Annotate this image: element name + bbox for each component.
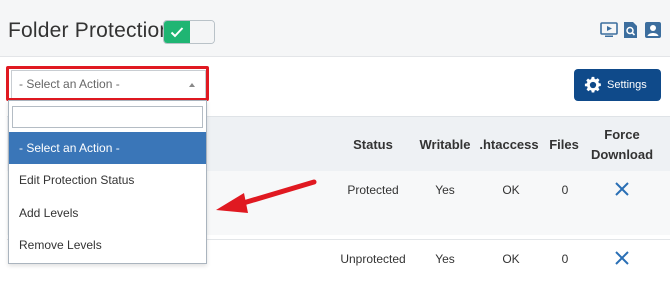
files-cell: 0 (561, 252, 569, 266)
toggle-knob (190, 21, 214, 43)
dropdown-search-input[interactable] (12, 106, 203, 128)
header-icons (599, 20, 662, 39)
gear-icon (584, 76, 601, 93)
status-cell: Protected (347, 183, 399, 197)
dropdown-option-add-levels[interactable]: Add Levels (9, 197, 206, 229)
col-files: Files (549, 137, 579, 152)
files-cell: 0 (561, 183, 569, 197)
writable-cell: Yes (435, 183, 455, 197)
dropdown-option-edit-protection-status[interactable]: Edit Protection Status (9, 164, 206, 196)
dropdown-option-select-action[interactable]: - Select an Action - (9, 132, 206, 164)
highlight-annotation-box (6, 66, 209, 101)
folder-protection-toggle[interactable] (163, 20, 215, 44)
user-card-icon[interactable] (643, 20, 662, 39)
action-dropdown-menu: - Select an Action - Edit Protection Sta… (8, 100, 207, 264)
htaccess-cell: OK (502, 252, 520, 266)
search-doc-icon[interactable] (621, 20, 640, 39)
page-title: Folder Protection (8, 19, 172, 42)
settings-button[interactable]: Settings (574, 69, 661, 101)
settings-label: Settings (607, 79, 647, 91)
video-icon[interactable] (599, 20, 618, 39)
page-header: Folder Protection (0, 0, 670, 57)
writable-cell: Yes (435, 252, 455, 266)
dropdown-option-remove-levels[interactable]: Remove Levels (9, 229, 206, 261)
col-force: Force (604, 127, 640, 142)
col-download: Download (590, 147, 654, 162)
col-htaccess: .htaccess (479, 137, 539, 152)
red-arrow-annotation (216, 179, 317, 213)
htaccess-cell: OK (502, 183, 520, 197)
status-cell: Unprotected (340, 252, 406, 266)
col-writable: Writable (419, 137, 471, 152)
col-status: Status (353, 137, 393, 152)
x-icon[interactable] (615, 182, 629, 196)
check-icon (164, 21, 190, 43)
x-icon[interactable] (615, 251, 629, 265)
